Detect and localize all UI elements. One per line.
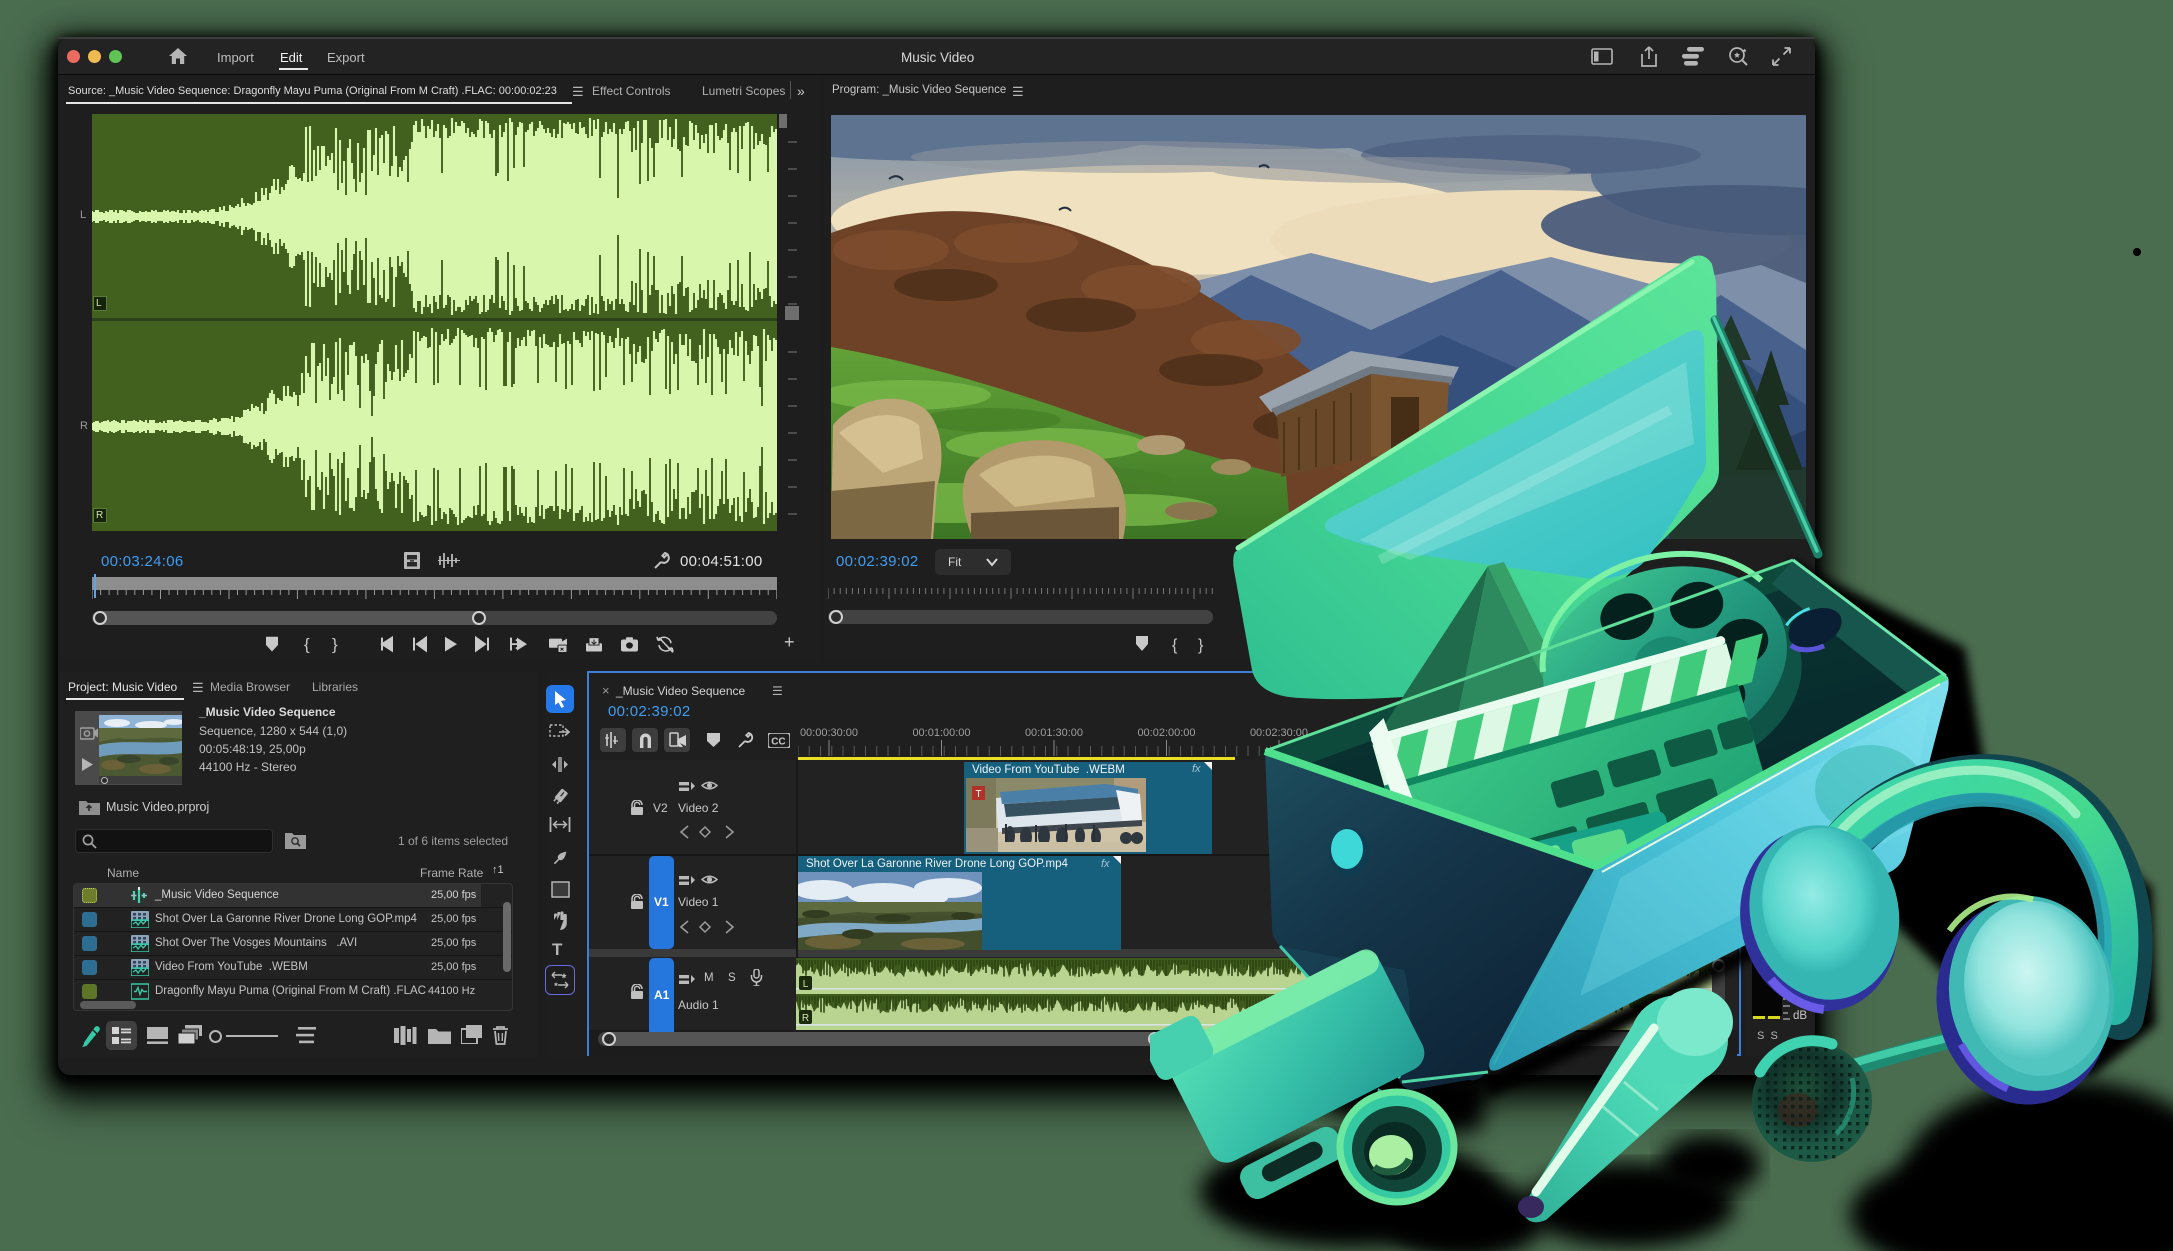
svg-text:}: } <box>332 636 338 653</box>
svg-text:00:00:30:00: 00:00:30:00 <box>800 727 858 739</box>
svg-text:00:01:00:00: 00:01:00:00 <box>912 727 970 739</box>
svg-text:T: T <box>975 789 981 800</box>
svg-text:00:01:30:00: 00:01:30:00 <box>1025 727 1083 739</box>
svg-text:{: { <box>304 636 310 653</box>
svg-text:CC: CC <box>771 737 785 748</box>
svg-text:R: R <box>802 1013 809 1024</box>
svg-text:L: L <box>803 979 809 990</box>
